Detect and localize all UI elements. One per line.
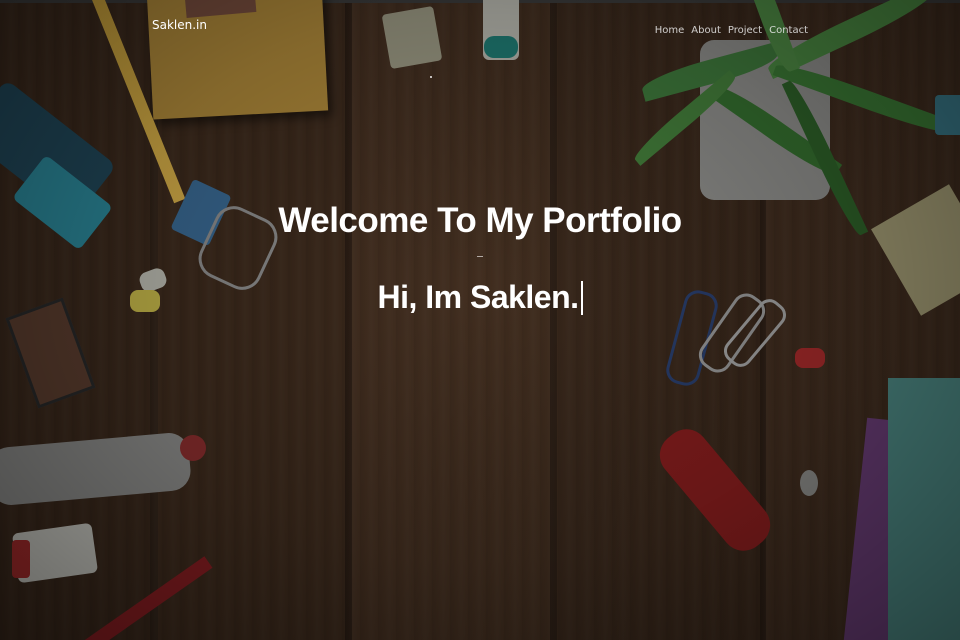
teal-clip-decoration	[935, 95, 960, 135]
red-push-pin-decoration	[795, 348, 825, 368]
nav-menu: Home About Project Contact	[655, 18, 808, 38]
nav-item-home: Home	[655, 18, 685, 38]
nav-link-contact[interactable]: Contact	[769, 25, 808, 36]
typing-caret	[580, 281, 583, 315]
hero-typed-subtitle: Hi, Im Saklen.	[0, 273, 960, 321]
nav-item-project: Project	[728, 18, 762, 38]
binder-clip-decoration	[381, 5, 443, 70]
brand-logo-link[interactable]: Saklen.in	[152, 17, 207, 33]
marker-tip-decoration	[180, 435, 206, 461]
nav-item-contact: Contact	[769, 18, 808, 38]
nav-link-about[interactable]: About	[691, 25, 721, 36]
grey-marker-decoration	[0, 431, 193, 507]
window-top-border	[0, 0, 960, 3]
eraser-band-decoration	[12, 540, 30, 578]
red-pen-decoration	[81, 556, 213, 640]
hero-headline: Welcome To My Portfolio	[278, 201, 682, 240]
nav-item-about: About	[691, 18, 721, 38]
marker-cap-decoration	[484, 36, 518, 58]
nav-link-home[interactable]: Home	[655, 25, 685, 36]
red-marker-decoration	[650, 420, 780, 560]
typed-text: Hi, Im Saklen.	[377, 279, 579, 315]
thumbtack-decoration	[800, 470, 818, 496]
headline-divider	[477, 256, 483, 257]
hero-section: Saklen.in Home About Project Contact Wel…	[0, 0, 960, 640]
nav-link-project[interactable]: Project	[728, 25, 762, 36]
dust-speck	[430, 76, 432, 78]
teal-book-decoration	[888, 378, 960, 640]
